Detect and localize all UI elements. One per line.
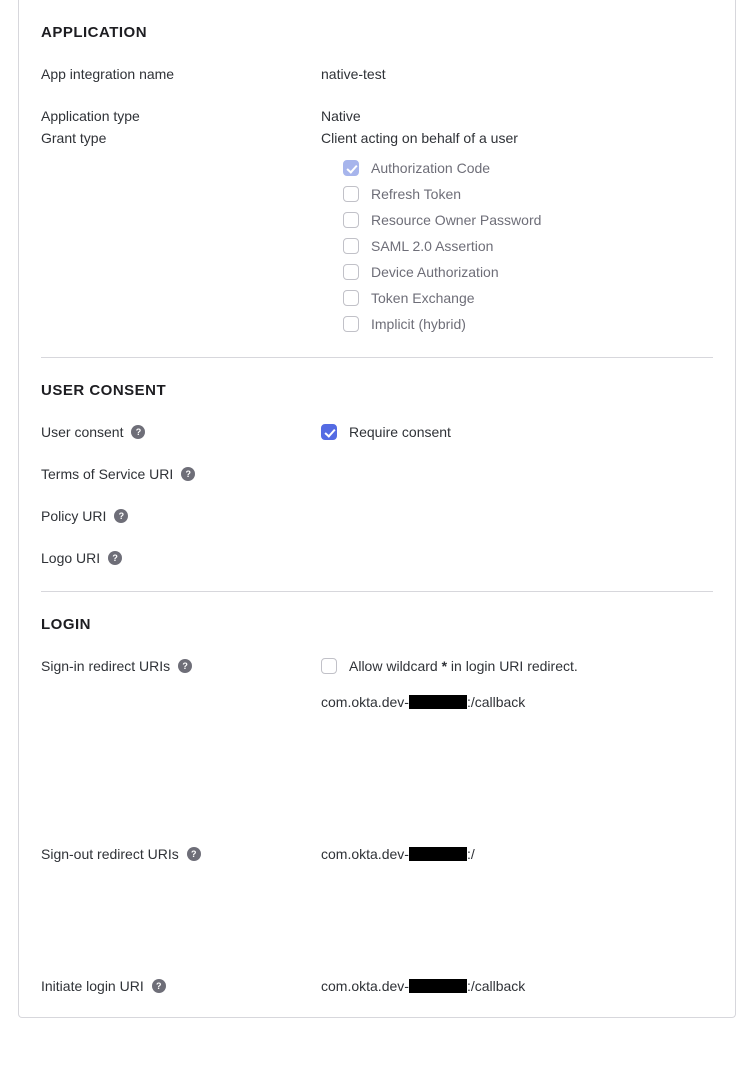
help-icon[interactable]: ? [152,979,166,993]
row-policy-uri: Policy URI ? [41,507,713,525]
grant-option: Device Authorization [343,263,713,281]
signout-redirect-label: Sign-out redirect URIs [41,845,179,863]
row-signin-redirect: Sign-in redirect URIs ? Allow wildcard *… [41,657,713,841]
row-user-consent: User consent ? Require consent [41,423,713,441]
app-integration-name-value: native-test [321,65,713,83]
section-login: LOGIN Sign-in redirect URIs ? Allow wild… [41,591,713,995]
signout-redirect-uri: com.okta.dev-:/ [321,845,713,863]
row-tos-uri: Terms of Service URI ? [41,465,713,483]
row-grant-type: Grant type Client acting on behalf of a … [41,129,713,333]
checkbox-token-exchange[interactable] [343,290,359,306]
grant-option: Implicit (hybrid) [343,315,713,333]
checkbox-authorization-code[interactable] [343,160,359,176]
redacted-block [409,695,467,709]
initiate-login-label: Initiate login URI [41,977,144,995]
checkbox-refresh-token[interactable] [343,186,359,202]
grant-label: Device Authorization [371,263,499,281]
help-icon[interactable]: ? [181,467,195,481]
grant-label: Resource Owner Password [371,211,541,229]
checkbox-device-authorization[interactable] [343,264,359,280]
row-initiate-login: Initiate login URI ? com.okta.dev-:/call… [41,977,713,995]
grant-option: Token Exchange [343,289,713,307]
help-icon[interactable]: ? [178,659,192,673]
initiate-login-uri: com.okta.dev-:/callback [321,977,713,995]
policy-uri-label: Policy URI [41,507,106,525]
user-consent-heading: USER CONSENT [41,382,713,399]
application-heading: APPLICATION [41,24,713,41]
checkbox-resource-owner-password[interactable] [343,212,359,228]
settings-panel: APPLICATION App integration name native-… [18,0,736,1018]
grant-label: SAML 2.0 Assertion [371,237,493,255]
grant-type-label: Grant type [41,129,321,147]
help-icon[interactable]: ? [108,551,122,565]
row-application-type: Application type Native [41,107,713,125]
help-icon[interactable]: ? [114,509,128,523]
help-icon[interactable]: ? [131,425,145,439]
logo-uri-label: Logo URI [41,549,100,567]
application-type-value: Native [321,107,713,125]
application-type-label: Application type [41,107,321,125]
row-app-integration-name: App integration name native-test [41,65,713,83]
grant-label: Implicit (hybrid) [371,315,466,333]
grant-option: SAML 2.0 Assertion [343,237,713,255]
help-icon[interactable]: ? [187,847,201,861]
app-integration-name-label: App integration name [41,65,321,83]
signin-redirect-uri: com.okta.dev-:/callback [321,693,713,711]
section-application: APPLICATION App integration name native-… [41,0,713,333]
grant-option: Authorization Code [343,159,713,177]
signin-redirect-label: Sign-in redirect URIs [41,657,170,675]
grant-option: Resource Owner Password [343,211,713,229]
grant-group-label: Client acting on behalf of a user [321,129,713,147]
grant-label: Authorization Code [371,159,490,177]
redacted-block [409,979,467,993]
login-heading: LOGIN [41,616,713,633]
redacted-block [409,847,467,861]
section-user-consent: USER CONSENT User consent ? Require cons… [41,357,713,567]
row-logo-uri: Logo URI ? [41,549,713,567]
tos-uri-label: Terms of Service URI [41,465,173,483]
checkbox-implicit-hybrid[interactable] [343,316,359,332]
user-consent-label: User consent [41,423,123,441]
allow-wildcard-label: Allow wildcard * in login URI redirect. [349,657,578,675]
row-signout-redirect: Sign-out redirect URIs ? com.okta.dev-:/ [41,845,713,973]
require-consent-label: Require consent [349,423,451,441]
checkbox-require-consent[interactable] [321,424,337,440]
grant-label: Token Exchange [371,289,475,307]
grant-option: Refresh Token [343,185,713,203]
grant-type-list: Authorization Code Refresh Token Resourc… [321,159,713,333]
grant-label: Refresh Token [371,185,461,203]
checkbox-saml-assertion[interactable] [343,238,359,254]
checkbox-allow-wildcard[interactable] [321,658,337,674]
